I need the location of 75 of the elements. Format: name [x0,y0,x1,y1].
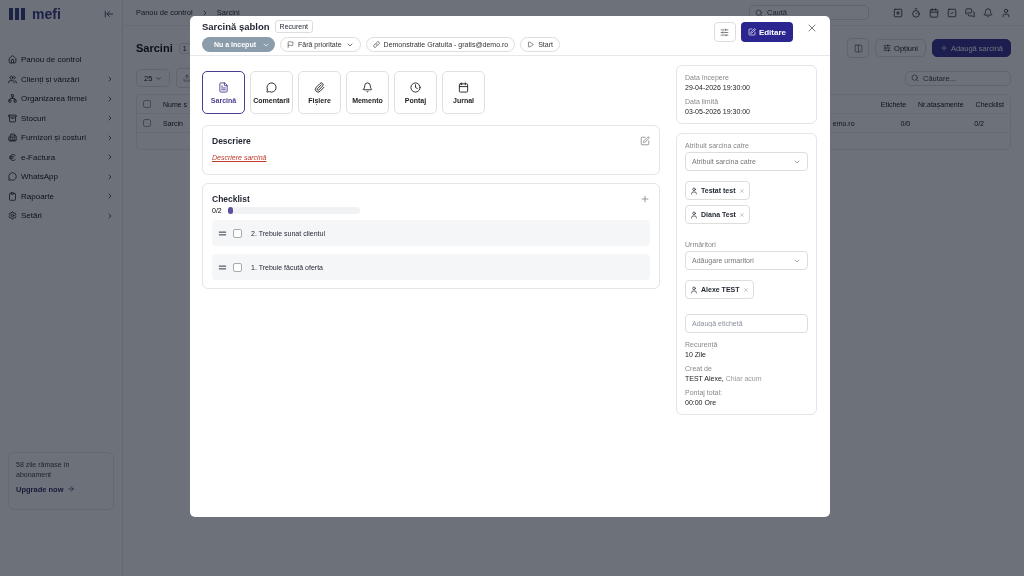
edit-icon [747,28,756,36]
close-icon[interactable] [806,22,818,34]
timer-icon[interactable] [911,7,921,18]
play-icon [527,41,535,48]
logo-icon [8,7,28,21]
add-icon[interactable] [640,194,650,204]
dialog-title: Sarcină șablon [202,21,270,32]
edit-button[interactable]: Editare [740,22,793,42]
chevron-icon [106,114,114,123]
checkbox[interactable] [233,228,242,238]
chevron-icon [106,94,114,103]
sliders-icon [883,44,892,52]
add-icon[interactable] [893,7,903,18]
archive-icon [8,113,17,123]
chat-icon[interactable] [965,7,975,18]
sliders-icon [720,27,730,37]
edit-icon[interactable] [640,136,650,146]
chevron-icon [106,192,114,201]
sidebar-item[interactable]: Rapoarte [8,186,114,206]
page-title: Sarcini [136,42,173,54]
bell-icon[interactable] [983,7,993,18]
chevron-icon [106,75,114,84]
user-icon [690,210,698,219]
speech-bubble-icon [266,81,277,93]
sidebar-item[interactable]: Setări [8,206,114,226]
hierarchy-icon [8,94,17,104]
search-icon [911,74,919,82]
arrow-icon [66,485,75,494]
settings-button[interactable] [713,22,736,42]
remove-icon[interactable] [742,286,749,293]
calendar-icon [458,81,469,93]
sidebar-item[interactable]: Furnizori și costuri [8,128,114,148]
checkbox[interactable] [233,262,242,272]
logo-text: mefi [32,6,61,22]
user-icon[interactable] [1001,7,1011,18]
sidebar-item[interactable]: Stocuri [8,108,114,128]
sidebar-item[interactable]: Panou de control [8,50,114,70]
chat-icon [8,172,17,182]
checkbox[interactable] [143,119,151,127]
remove-icon[interactable] [738,211,745,218]
euro-icon [8,152,17,162]
checkbox-icon[interactable] [947,7,957,18]
caret-icon [155,74,163,82]
flag-icon [287,41,294,48]
document-icon [218,81,229,93]
sidebar-item[interactable]: e-Factura [8,147,114,167]
sidebar-item[interactable]: WhatsApp [8,167,114,187]
remove-icon[interactable] [738,187,745,194]
bell-icon [362,81,373,93]
chevron-icon [106,153,114,162]
calendar-icon[interactable] [929,7,939,18]
plus-icon [939,44,948,52]
card-title: Checklist [212,194,250,204]
user-icon [690,285,698,294]
card-title: Descriere [212,136,251,146]
user-icon [690,186,698,195]
building-icon [8,133,17,143]
chevron-icon [106,172,114,181]
sidebar-item[interactable]: Clienți și vânzări [8,69,114,89]
checkbox[interactable] [143,100,151,108]
home-icon [8,55,17,65]
collapse-icon[interactable] [104,9,114,19]
clock-icon [410,81,421,93]
upload-icon [183,74,192,82]
chevron-icon [106,211,114,220]
chevron-icon [106,133,114,142]
columns-button[interactable] [847,38,870,58]
search-icon [755,8,763,17]
paperclip-icon [314,81,325,93]
sidebar-item[interactable]: Organizarea firmei [8,89,114,109]
users-icon [8,74,17,84]
columns-icon [853,43,863,53]
clipboard-icon [8,191,17,201]
link-icon [372,41,380,48]
settings-icon [8,211,17,221]
